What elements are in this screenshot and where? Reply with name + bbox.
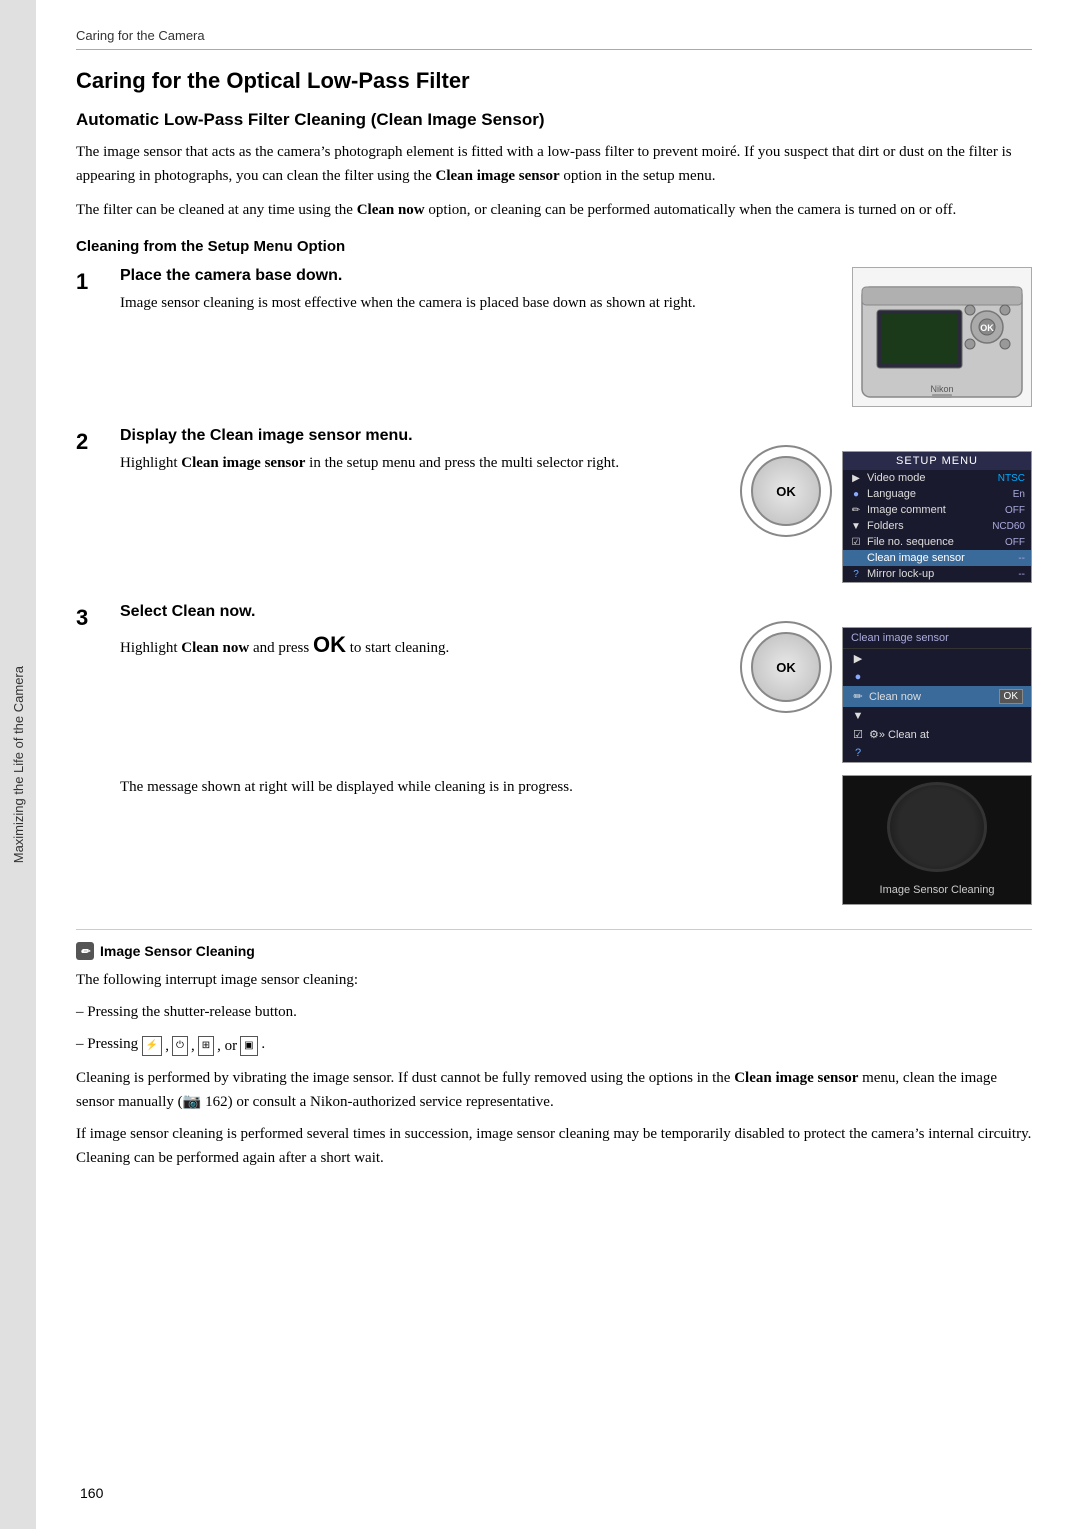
note-text4: Cleaning is performed by vibrating the i…: [76, 1066, 1032, 1114]
step3-below-text: The message shown at right will be displ…: [120, 775, 822, 799]
step2-content: Display the Clean image sensor menu. Hig…: [120, 427, 1032, 583]
para2: The filter can be cleaned at any time us…: [76, 198, 1032, 222]
note-icon: ✏: [76, 942, 94, 960]
note-text2: – Pressing the shutter-release button.: [76, 1000, 1032, 1024]
sensor-cleaning-image: Image Sensor Cleaning: [842, 775, 1032, 905]
step1-title: Place the camera base down.: [120, 267, 832, 285]
step2-title: Display the Clean image sensor menu.: [120, 427, 1032, 445]
note-text7: If image sensor cleaning is performed se…: [76, 1122, 1032, 1170]
step1-block: 1 Place the camera base down. Image sens…: [76, 267, 1032, 407]
side-tab-text: Maximizing the Life of the Camera: [11, 666, 26, 863]
pressing-icons: ⚡, ⏻, ⊞, or ▣: [142, 1034, 258, 1058]
step3-title: Select Clean now.: [120, 603, 1032, 621]
subsection-title: Cleaning from the Setup Menu Option: [76, 238, 1032, 255]
side-tab: Maximizing the Life of the Camera: [0, 0, 36, 1529]
step3-row: Highlight Clean now and press OK to star…: [120, 627, 1032, 763]
setup-menu-item-3: ▼ Folders NCD60: [843, 518, 1031, 534]
note-text3: – Pressing ⚡, ⏻, ⊞, or ▣ .: [76, 1032, 1032, 1058]
page-wrapper: Maximizing the Life of the Camera Caring…: [0, 0, 1080, 1529]
step2-number: 2: [76, 427, 104, 583]
step2-desc: Highlight Clean image sensor in the setu…: [120, 451, 730, 475]
step3-block: 3 Select Clean now. Highlight Clean now …: [76, 603, 1032, 905]
step1-number: 1: [76, 267, 104, 407]
breadcrumb: Caring for the Camera: [76, 28, 1032, 50]
step3-below-row: The message shown at right will be displ…: [120, 775, 1032, 905]
setup-menu-item-1: ● Language En: [843, 486, 1031, 502]
clean-menu-item-2: ✏ Clean now OK: [843, 686, 1031, 707]
note-text1: The following interrupt image sensor cle…: [76, 968, 1032, 992]
para1: The image sensor that acts as the camera…: [76, 140, 1032, 188]
section1-title: Automatic Low-Pass Filter Cleaning (Clea…: [76, 110, 1032, 130]
setup-menu-item-2: ✏ Image comment OFF: [843, 502, 1031, 518]
camera-back-image: OK Nikon: [852, 267, 1032, 407]
clean-menu-item-3: ▼: [843, 707, 1031, 725]
clean-menu-item-4: ☑ ⚙» Clean at: [843, 725, 1031, 744]
step2-row: Highlight Clean image sensor in the setu…: [120, 451, 1032, 583]
page-number: 160: [80, 1485, 103, 1501]
ok-circle: OK: [751, 456, 821, 526]
note-title: ✏ Image Sensor Cleaning: [76, 942, 1032, 960]
clean-menu-item-0: ▶: [843, 649, 1031, 668]
step3-number: 3: [76, 603, 104, 905]
svg-text:Nikon: Nikon: [930, 384, 953, 394]
setup-menu-item-0: ▶ Video mode NTSC: [843, 470, 1031, 486]
sensor-circle: [887, 782, 987, 872]
chapter-title: Caring for the Optical Low-Pass Filter: [76, 68, 1032, 94]
ok-button-step2: OK: [746, 451, 826, 531]
setup-menu-item-5: Clean image sensor --: [843, 550, 1031, 566]
clean-menu-header: Clean image sensor: [843, 628, 1031, 649]
clean-menu-item-1: ●: [843, 668, 1031, 686]
setup-menu-item-4: ☑ File no. sequence OFF: [843, 534, 1031, 550]
setup-menu-image: SETUP MENU ▶ Video mode NTSC ● Language …: [842, 451, 1032, 583]
step1-row: Place the camera base down. Image sensor…: [120, 267, 1032, 407]
step1-text-area: Place the camera base down. Image sensor…: [120, 267, 832, 325]
step3-below: The message shown at right will be displ…: [120, 775, 1032, 905]
step1-desc: Image sensor cleaning is most effective …: [120, 291, 832, 315]
main-content: Caring for the Camera Caring for the Opt…: [36, 0, 1080, 1529]
step3-text: Highlight Clean now and press OK to star…: [120, 627, 730, 672]
ok-circle-step3: OK: [751, 632, 821, 702]
setup-menu-item-6: ? Mirror lock-up --: [843, 566, 1031, 582]
setup-menu-header: SETUP MENU: [843, 452, 1031, 470]
svg-text:OK: OK: [980, 323, 994, 333]
ok-button-step3: OK: [746, 627, 826, 707]
step3-desc: Highlight Clean now and press OK to star…: [120, 627, 730, 662]
clean-menu-image: Clean image sensor ▶ ● ✏ Clean now: [842, 627, 1032, 763]
clean-menu-item-5: ?: [843, 744, 1031, 762]
step1-content: Place the camera base down. Image sensor…: [120, 267, 1032, 407]
step3-content: Select Clean now. Highlight Clean now an…: [120, 603, 1032, 905]
sensor-cleaning-label: Image Sensor Cleaning: [880, 884, 995, 896]
step2-text: Highlight Clean image sensor in the setu…: [120, 451, 730, 485]
sensor-circle-container: [887, 776, 987, 884]
note-box: ✏ Image Sensor Cleaning The following in…: [76, 929, 1032, 1170]
camera-svg: OK Nikon: [857, 272, 1027, 402]
step2-block: 2 Display the Clean image sensor menu. H…: [76, 427, 1032, 583]
